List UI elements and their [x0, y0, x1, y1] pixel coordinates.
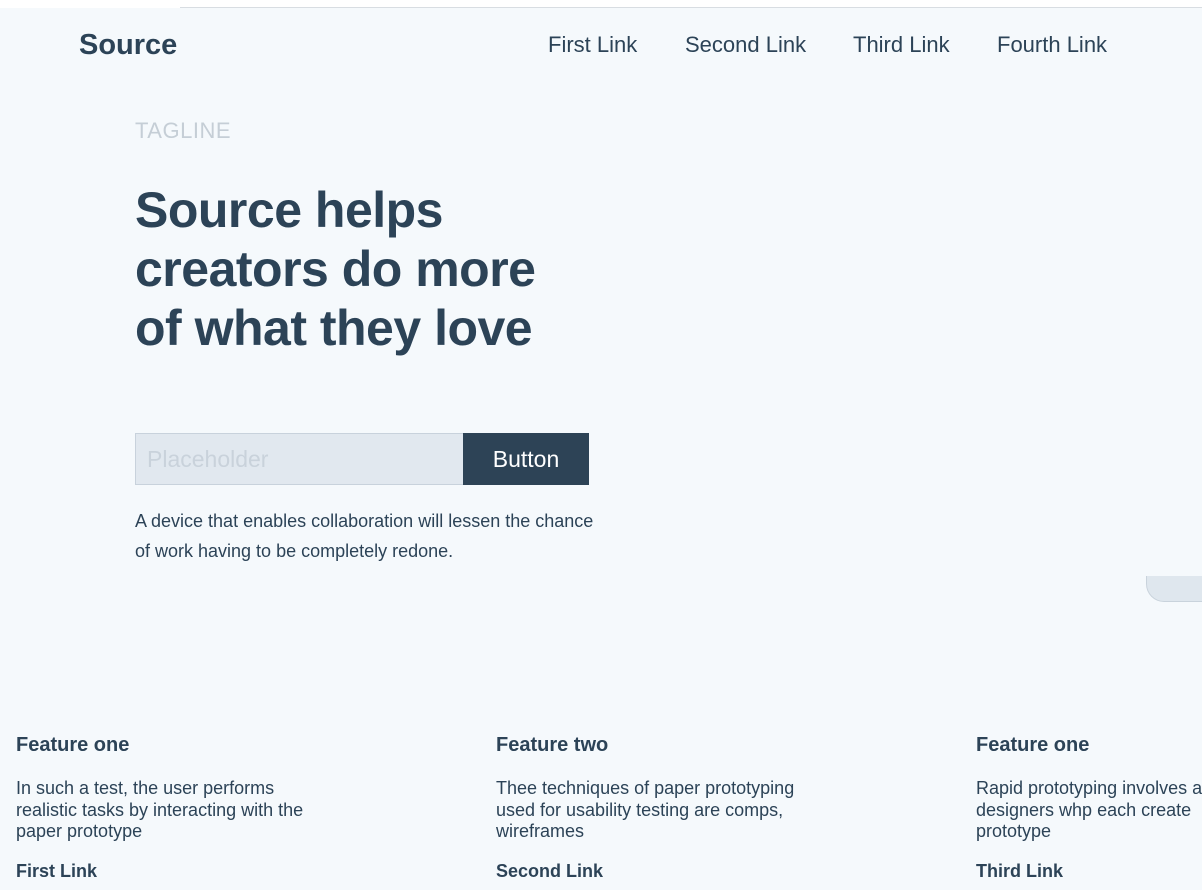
nav-link-fourth[interactable]: Fourth Link	[997, 31, 1107, 59]
feature-card-1: Feature one In such a test, the user per…	[16, 732, 356, 882]
feature-title: Feature one	[976, 734, 1090, 756]
hero-description-line-1: A device that enables collaboration will…	[135, 511, 594, 531]
feature-text: In such a test, the user performs realist…	[16, 778, 336, 843]
feature-text: Rapid prototyping involves a designers wh…	[976, 778, 1202, 843]
hero-description: A device that enables collaboration will…	[135, 506, 665, 566]
feature-text: Thee techniques of paper prototyping used…	[496, 778, 816, 843]
decorative-edge-shape	[1146, 576, 1202, 602]
feature-link-first[interactable]: First Link	[16, 860, 356, 882]
headline-line-3: of what they love	[135, 300, 533, 356]
feature-text-line: paper prototype	[16, 821, 143, 841]
feature-title: Feature two	[496, 734, 609, 756]
headline-line-1: Source helps	[135, 182, 444, 238]
nav-link-third[interactable]: Third Link	[853, 31, 950, 59]
feature-text-line: used for usability testing are comps,	[496, 799, 784, 820]
tagline: TAGLINE	[135, 118, 232, 143]
hero-submit-button[interactable]: Button	[463, 433, 589, 485]
feature-text-line: realistic tasks by interacting with the	[16, 799, 304, 820]
hero-description-line-2: of work having to be completely redone.	[135, 541, 454, 561]
feature-title: Feature one	[16, 734, 130, 756]
feature-text-line: prototype	[976, 821, 1052, 841]
brand-logo[interactable]: Source	[79, 28, 177, 62]
feature-text-line: Thee techniques of paper prototyping	[496, 778, 795, 798]
feature-link-second[interactable]: Second Link	[496, 860, 836, 882]
nav-link-first[interactable]: First Link	[548, 31, 637, 59]
feature-link-third[interactable]: Third Link	[976, 860, 1202, 882]
nav-link-second[interactable]: Second Link	[685, 31, 806, 59]
hero-headline: Source helps creators do more of what they…	[135, 181, 655, 358]
feature-text-line: In such a test, the user performs	[16, 778, 275, 798]
headline-line-2: creators do more	[135, 241, 536, 297]
feature-text-line: designers whp each create	[976, 799, 1192, 820]
feature-text-line: wireframes	[496, 821, 585, 841]
top-divider	[180, 7, 1202, 8]
feature-text-line: Rapid prototyping involves a	[976, 778, 1202, 798]
hero-input[interactable]	[135, 433, 463, 485]
feature-card-2: Feature two Thee techniques of paper pro…	[496, 732, 836, 882]
feature-card-3: Feature one Rapid prototyping involves a…	[976, 732, 1202, 882]
